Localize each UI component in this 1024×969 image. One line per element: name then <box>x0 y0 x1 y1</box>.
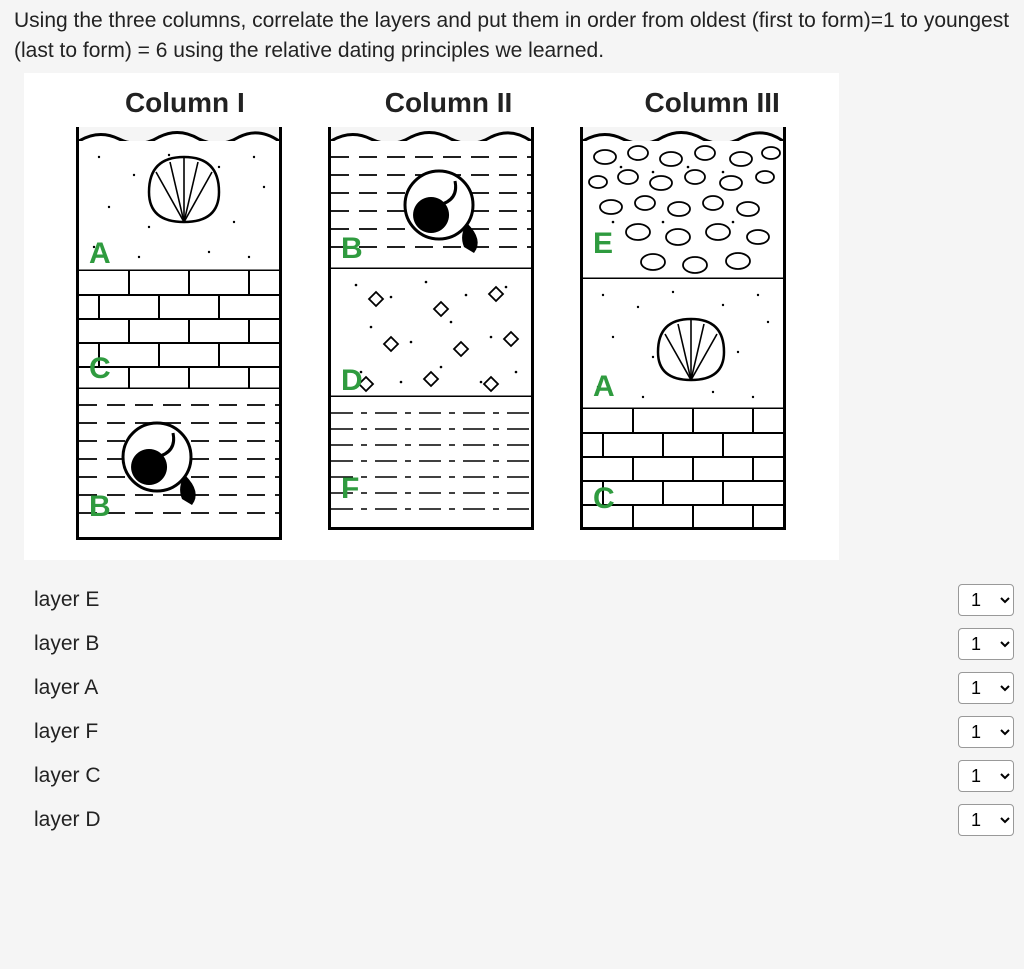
answer-select-C[interactable]: 123456 <box>958 760 1014 792</box>
answer-label: layer D <box>34 805 101 835</box>
label-col3-C: C <box>593 477 615 521</box>
label-col2-D: D <box>341 359 363 403</box>
answer-row-F: layer F 123456 <box>14 710 1024 754</box>
label-col1-A: A <box>89 232 111 276</box>
column-3-title: Column III <box>603 83 821 124</box>
column-1-title: Column I <box>76 83 294 124</box>
answer-label: layer A <box>34 673 98 703</box>
label-col2-B: B <box>341 227 363 271</box>
answer-select-E[interactable]: 123456 <box>958 584 1014 616</box>
label-col3-E: E <box>593 222 613 266</box>
stratigraphy-diagram: Column I Column II Column III <box>24 73 839 561</box>
answer-label: layer C <box>34 761 101 791</box>
answer-select-F[interactable]: 123456 <box>958 716 1014 748</box>
column-3: E A C <box>580 127 786 530</box>
label-col1-B: B <box>89 485 111 529</box>
answer-row-E: layer E 123456 <box>14 578 1024 622</box>
answer-label: layer B <box>34 629 99 659</box>
answer-select-D[interactable]: 123456 <box>958 804 1014 836</box>
answer-list: layer E 123456 layer B 123456 layer A 12… <box>14 578 1010 842</box>
label-col1-C: C <box>89 347 111 391</box>
column-2-title: Column II <box>340 83 558 124</box>
question-prompt: Using the three columns, correlate the l… <box>14 6 1010 67</box>
column-1: A C B <box>76 127 282 540</box>
answer-label: layer F <box>34 717 98 747</box>
answer-row-A: layer A 123456 <box>14 666 1024 710</box>
answer-row-B: layer B 123456 <box>14 622 1024 666</box>
label-col2-F: F <box>341 467 359 511</box>
answer-row-D: layer D 123456 <box>14 798 1024 842</box>
label-col3-A: A <box>593 365 615 409</box>
answer-row-C: layer C 123456 <box>14 754 1024 798</box>
answer-label: layer E <box>34 585 99 615</box>
answer-select-A[interactable]: 123456 <box>958 672 1014 704</box>
column-2: B D F <box>328 127 534 530</box>
answer-select-B[interactable]: 123456 <box>958 628 1014 660</box>
